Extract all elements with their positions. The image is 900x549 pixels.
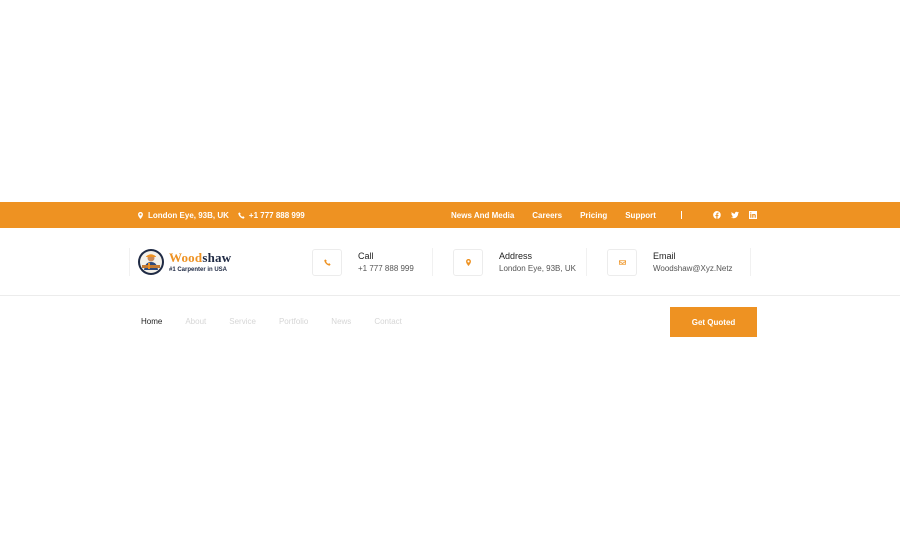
top-bar-contact-info: London Eye, 93B, UK +1 777 888 999 <box>137 202 305 228</box>
main-header: Woodshaw #1 Carpenter in USA Call +1 777… <box>0 228 900 296</box>
header-divider <box>586 248 587 276</box>
logo-brand: Woodshaw <box>169 251 231 264</box>
location-pin-icon <box>138 211 143 219</box>
linkedin-icon[interactable] <box>749 211 757 219</box>
top-bar: London Eye, 93B, UK +1 777 888 999 News … <box>0 202 900 228</box>
top-link-pricing[interactable]: Pricing <box>580 211 607 220</box>
twitter-icon[interactable] <box>731 211 739 219</box>
logo-tagline: #1 Carpenter in USA <box>169 267 228 273</box>
phone-icon <box>238 211 245 219</box>
email-label: Email <box>653 251 676 261</box>
nav-item-contact[interactable]: Contact <box>374 317 402 326</box>
nav-item-portfolio[interactable]: Portfolio <box>279 317 308 326</box>
email-value: Woodshaw@Xyz.Netz <box>653 264 733 273</box>
header-divider <box>129 248 130 276</box>
top-link-careers[interactable]: Careers <box>532 211 562 220</box>
logo-text: Woodshaw #1 Carpenter in USA <box>169 251 231 273</box>
nav-item-service[interactable]: Service <box>229 317 256 326</box>
facebook-icon[interactable] <box>713 211 721 219</box>
header-divider <box>432 248 433 276</box>
nav-item-home[interactable]: Home <box>141 317 162 326</box>
top-bar-address-text: London Eye, 93B, UK <box>148 210 229 220</box>
location-pin-icon <box>465 259 471 266</box>
social-links <box>713 202 757 228</box>
top-link-support[interactable]: Support <box>625 211 656 220</box>
phone-icon <box>323 259 331 266</box>
header-divider <box>750 248 751 276</box>
carpenter-logo-icon <box>138 249 164 275</box>
address-text: Address London Eye, 93B, UK <box>499 252 576 273</box>
logo-brand-part2: shaw <box>202 250 232 265</box>
contact-call[interactable]: Call +1 777 888 999 <box>312 249 414 276</box>
top-link-news-and-media[interactable]: News And Media <box>451 211 514 220</box>
nav-item-news[interactable]: News <box>331 317 351 326</box>
contact-email[interactable]: Email Woodshaw@Xyz.Netz <box>607 249 733 276</box>
call-label: Call <box>358 251 374 261</box>
address-label: Address <box>499 251 533 261</box>
top-bar-address: London Eye, 93B, UK <box>137 211 229 220</box>
email-text: Email Woodshaw@Xyz.Netz <box>653 252 733 273</box>
get-quoted-button[interactable]: Get Quoted <box>670 307 757 337</box>
top-bar-links: News And Media Careers Pricing Support <box>451 202 656 228</box>
site-logo[interactable]: Woodshaw #1 Carpenter in USA <box>137 248 231 276</box>
top-bar-phone[interactable]: +1 777 888 999 <box>238 211 305 220</box>
nav-item-about[interactable]: About <box>185 317 206 326</box>
envelope-icon <box>618 260 626 265</box>
email-icon-box <box>607 249 637 276</box>
call-text: Call +1 777 888 999 <box>358 252 414 273</box>
contact-address: Address London Eye, 93B, UK <box>453 249 576 276</box>
main-nav: Home About Service Portfolio News Contac… <box>141 317 402 326</box>
top-bar-phone-text: +1 777 888 999 <box>248 210 305 220</box>
top-bar-divider <box>681 211 682 219</box>
call-icon-box <box>312 249 342 276</box>
call-value: +1 777 888 999 <box>358 264 414 273</box>
address-icon-box <box>453 249 483 276</box>
logo-brand-part1: Wood <box>169 250 203 265</box>
address-value: London Eye, 93B, UK <box>499 264 576 273</box>
